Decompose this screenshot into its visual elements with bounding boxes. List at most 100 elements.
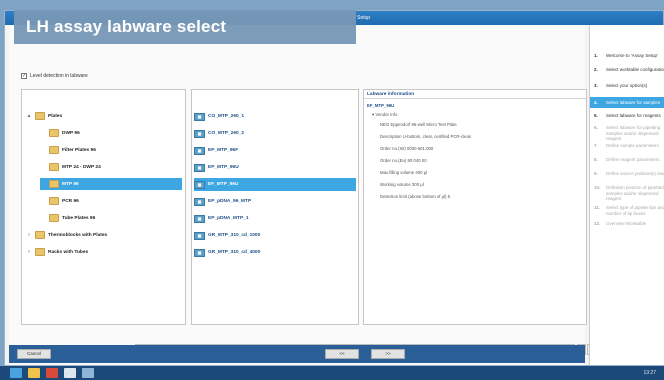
labware-info-line: Detection limit (above bottom of µl) 5 xyxy=(380,194,451,199)
wizard-step-number: 9. xyxy=(594,171,598,176)
labware-list-item[interactable]: ▦ EP_MTP_96U xyxy=(194,161,356,174)
wizard-step[interactable]: 10. Definition position of pipetted sampl… xyxy=(594,185,664,202)
wizard-step-label: Select labware for samples xyxy=(606,99,661,105)
plate-icon: ▦ xyxy=(194,163,205,172)
labware-info-section: ▾ Vendor Info xyxy=(372,112,398,117)
wizard-step[interactable]: 6. Select labware for pipetting samples a… xyxy=(594,125,664,142)
plate-icon: ▦ xyxy=(194,112,205,121)
labware-item-label: GR_MTP_310_cd_4000 xyxy=(208,250,261,255)
back-button[interactable]: << xyxy=(325,349,359,359)
plate-icon: ▦ xyxy=(194,129,205,138)
wizard-footer: Cancel << >> xyxy=(9,345,585,363)
folder-icon xyxy=(49,146,59,154)
labware-list-item[interactable]: ▦ EP_pDNA_96_MTP xyxy=(194,195,356,208)
wizard-step-label: Overview Worktable xyxy=(606,221,647,226)
labware-list[interactable]: ▦ CO_MTP_260_1 ▦ CO_MTP_260_2 ▦ EP_MTP_96F ▦ EP… xyxy=(191,89,359,325)
wizard-step-number: 4. xyxy=(594,99,598,105)
expand-arrow-icon[interactable]: ▴ xyxy=(26,113,32,119)
wizard-step[interactable]: 5. Select labware for reagents xyxy=(594,113,664,119)
tree-item-label: DWP 96 xyxy=(62,130,80,136)
wizard-step-label: Define source position(s) reagent xyxy=(606,171,664,176)
wizard-step-label: Select type of pipette tips and number o… xyxy=(606,205,664,216)
wizard-step-label: Select labware for reagents xyxy=(606,113,661,118)
labware-info-line: Order no.(Int) 0030 601.000 xyxy=(380,146,434,151)
plate-icon: ▦ xyxy=(194,248,205,257)
labware-list-item[interactable]: ▦ EF_MTP_96U xyxy=(194,178,356,191)
labware-item-label: GR_MTP_310_cd_1000 xyxy=(208,233,261,238)
wizard-step[interactable]: 2. Select worktable configuration xyxy=(594,67,664,73)
wizard-step-label: Select worktable configuration xyxy=(606,67,664,72)
wizard-step-number: 11. xyxy=(594,205,601,210)
main-area: ✓ Level detection in labware ▴ Plates DWP … xyxy=(9,25,596,365)
collapse-arrow-icon[interactable]: › xyxy=(26,249,32,255)
wizard-step[interactable]: 1. Welcome to 'Assay Setup' xyxy=(594,53,664,59)
level-detection-option[interactable]: ✓ Level detection in labware xyxy=(21,73,88,79)
wizard-step[interactable]: 3. Select your option(s) xyxy=(594,83,664,89)
tree-item[interactable]: MTP 24 - DWP 24 xyxy=(40,161,182,173)
app-icon[interactable] xyxy=(46,368,58,378)
folder-icon xyxy=(35,231,45,239)
folder-icon xyxy=(49,180,59,188)
folder-icon xyxy=(49,214,59,222)
wizard-step[interactable]: 4. Select labware for samples xyxy=(590,97,664,108)
tree-item[interactable]: Tube Plates 96 xyxy=(40,212,182,224)
labware-item-label: CO_MTP_260_2 xyxy=(208,131,244,136)
folder-icon xyxy=(35,112,45,120)
folder-icon xyxy=(49,129,59,137)
wizard-step-label: Welcome to 'Assay Setup' xyxy=(606,53,658,58)
labware-info-line: NEG Eppendorf 96-well Micro Test Plate xyxy=(380,122,457,127)
tree-item[interactable]: MTP 96 xyxy=(40,178,182,190)
labware-list-item[interactable]: ▦ GR_MTP_310_cd_4000 xyxy=(194,246,356,259)
wizard-step[interactable]: 8. Define reagent parameters xyxy=(594,157,664,163)
folder-icon xyxy=(49,197,59,205)
collapse-arrow-icon[interactable]: › xyxy=(26,232,32,238)
labware-item-label: EP_MTP_96U xyxy=(208,165,239,170)
labware-list-item[interactable]: ▦ GR_MTP_310_cd_1000 xyxy=(194,229,356,242)
labware-item-label: EF_MTP_96U xyxy=(208,182,239,187)
labware-list-item[interactable]: ▦ CO_MTP_260_1 xyxy=(194,110,356,123)
wizard-step-number: 7. xyxy=(594,143,598,148)
wizard-step[interactable]: 9. Define source position(s) reagent xyxy=(594,171,664,177)
wizard-step-number: 12. xyxy=(594,221,601,226)
next-button[interactable]: >> xyxy=(371,349,405,359)
wizard-step-number: 8. xyxy=(594,157,598,162)
tree-item-label: Filter Plates 96 xyxy=(62,147,96,153)
cancel-button[interactable]: Cancel xyxy=(17,349,51,359)
wizard-step[interactable]: 11. Select type of pipette tips and numbe… xyxy=(594,205,664,216)
system-tray-clock: 13:27 xyxy=(643,370,656,376)
tree-item[interactable]: Filter Plates 96 xyxy=(40,144,182,156)
labware-item-label: EP_pDNA_MTP_1 xyxy=(208,216,249,221)
wizard-step-number: 5. xyxy=(594,113,598,118)
plate-icon: ▦ xyxy=(194,231,205,240)
tool-icon[interactable] xyxy=(82,368,94,378)
labware-list-item[interactable]: ▦ CO_MTP_260_2 xyxy=(194,127,356,140)
tree-item-label: MTP 24 - DWP 24 xyxy=(62,164,101,170)
wizard-step-label: Define sample parameters xyxy=(606,143,659,148)
labware-info-line: Description U-bottom, clear, certified P… xyxy=(380,134,472,139)
folder-icon xyxy=(35,248,45,256)
tree-item[interactable]: › Racks with Tubes xyxy=(26,246,182,258)
labware-category-tree[interactable]: ▴ Plates DWP 96 Filter Plates 96 MTP 24 - DW… xyxy=(21,89,186,325)
taskbar: 13:27 xyxy=(0,366,664,380)
explorer-icon[interactable] xyxy=(28,368,40,378)
labware-item-label: CO_MTP_260_1 xyxy=(208,114,244,119)
labware-item-label: EP_pDNA_96_MTP xyxy=(208,199,252,204)
wizard-step[interactable]: 7. Define sample parameters xyxy=(594,143,664,149)
document-icon[interactable] xyxy=(64,368,76,378)
wizard-steps-panel: 1. Welcome to 'Assay Setup' 2. Select workt… xyxy=(589,25,664,365)
wizard-step-label: Select labware for pipetting samples and… xyxy=(606,125,661,141)
labware-info-header: Labware information xyxy=(364,90,586,99)
level-detection-checkbox[interactable]: ✓ xyxy=(21,73,27,79)
tree-item[interactable]: PCR 96 xyxy=(40,195,182,207)
wizard-step-number: 1. xyxy=(594,53,598,58)
wizard-step[interactable]: 12. Overview Worktable xyxy=(594,221,664,227)
start-icon[interactable] xyxy=(10,368,22,378)
labware-list-item[interactable]: ▦ EP_pDNA_MTP_1 xyxy=(194,212,356,225)
tree-item[interactable]: › Thermoblocks with Plates xyxy=(26,229,182,241)
tree-item[interactable]: DWP 96 xyxy=(40,127,182,139)
tree-item[interactable]: ▴ Plates xyxy=(26,110,182,122)
labware-info-panel: Labware information EF_MTP_96U ▾ Vendor I… xyxy=(363,89,587,325)
labware-item-label: EP_MTP_96F xyxy=(208,148,239,153)
labware-list-item[interactable]: ▦ EP_MTP_96F xyxy=(194,144,356,157)
tree-item-label: PCR 96 xyxy=(62,198,79,204)
